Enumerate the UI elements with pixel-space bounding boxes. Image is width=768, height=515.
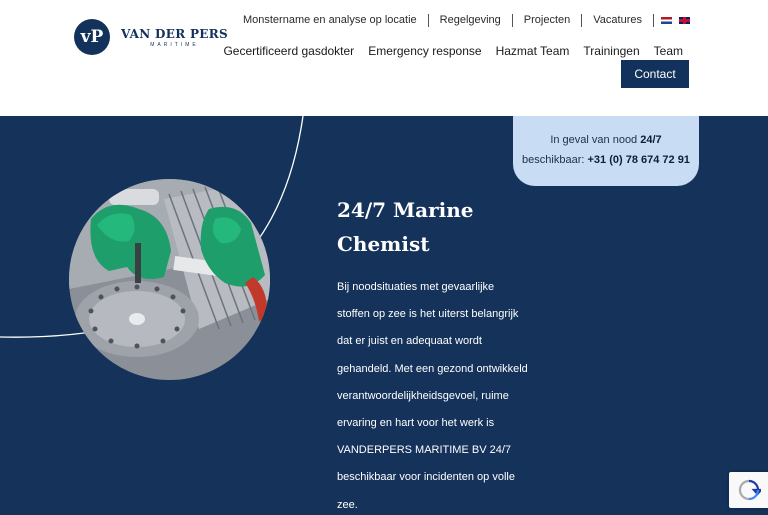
description-line: VANDERPERS MARITIME BV 24/7	[337, 444, 512, 457]
contact-button[interactable]: Contact	[621, 60, 689, 88]
main-navigation: Gecertificeerd gasdokter Emergency respo…	[209, 44, 683, 58]
description-line: beschikbaar voor incidenten op volle	[337, 471, 515, 484]
description-line: stoffen op zee is het uiterst belangrijk	[337, 308, 519, 321]
nav-hazmat-team[interactable]: Hazmat Team	[496, 44, 570, 58]
description-line: gehandeld. Met een gezond ontwikkeld	[337, 362, 528, 375]
logo-monogram: vP	[74, 19, 110, 55]
hero-description: Bij noodsituaties met gevaarlijke stoffe…	[337, 274, 542, 515]
description-line: ervaring en hart voor het werk is	[337, 417, 495, 430]
emergency-phone-link[interactable]: +31 (0) 78 674 72 91	[587, 154, 689, 166]
flag-en-icon[interactable]	[679, 17, 690, 24]
topnav-vacatures[interactable]: Vacatures	[582, 14, 654, 27]
recaptcha-icon	[738, 479, 761, 501]
nav-gasdokter[interactable]: Gecertificeerd gasdokter	[223, 44, 354, 58]
nav-team[interactable]: Team	[654, 44, 683, 58]
hazmat-team-photo	[69, 179, 270, 380]
topnav-monstername[interactable]: Monstername en analyse op locatie	[243, 14, 429, 27]
description-line: zee.	[337, 498, 358, 511]
title-line-1: 24/7 Marine	[337, 198, 474, 222]
logo-name: VAN DER PERS	[121, 26, 228, 41]
emergency-text-1: In geval van nood	[550, 134, 641, 146]
emergency-contact-banner: In geval van nood 24/7 beschikbaar: +31 …	[513, 116, 699, 186]
title-line-2: Chemist	[337, 232, 430, 256]
top-navigation: Monstername en analyse op locatie Regelg…	[243, 14, 690, 27]
description-line: Bij noodsituaties met gevaarlijke	[337, 281, 495, 293]
emergency-line-2: beschikbaar: +31 (0) 78 674 72 91	[513, 150, 699, 170]
site-logo[interactable]: vP VAN DER PERS MARITIME	[74, 19, 228, 55]
site-header: vP VAN DER PERS MARITIME Monstername en …	[0, 0, 768, 116]
nav-trainingen[interactable]: Trainingen	[583, 44, 639, 58]
nav-emergency-response[interactable]: Emergency response	[368, 44, 481, 58]
topnav-regelgeving[interactable]: Regelgeving	[429, 14, 513, 27]
description-line: verantwoordelijkheidsgevoel, ruime	[337, 389, 509, 402]
description-line: dat er juist en adequaat wordt	[337, 335, 482, 348]
page-title: 24/7 Marine Chemist	[337, 193, 537, 261]
topnav-projecten[interactable]: Projecten	[513, 14, 583, 27]
flag-nl-icon[interactable]	[661, 17, 672, 24]
emergency-availability: 24/7	[640, 134, 662, 146]
emergency-text-2: beschikbaar:	[522, 154, 588, 166]
hero-section: In geval van nood 24/7 beschikbaar: +31 …	[0, 116, 768, 515]
recaptcha-badge[interactable]	[729, 472, 768, 508]
emergency-line-1: In geval van nood 24/7	[513, 130, 699, 150]
